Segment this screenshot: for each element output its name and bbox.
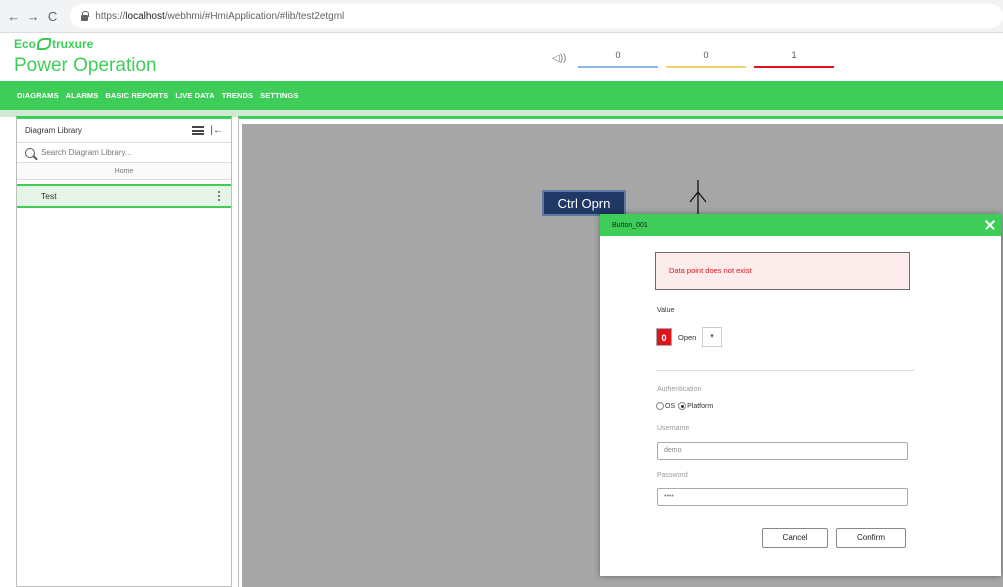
- more-options-icon[interactable]: [218, 190, 221, 202]
- logo-leaf-icon: [37, 38, 52, 50]
- alarm-count: 0: [703, 50, 709, 60]
- nav-trends[interactable]: TRENDS: [222, 91, 253, 100]
- alarm-count-medium[interactable]: 0: [662, 44, 750, 72]
- speaker-icon[interactable]: ◁)): [552, 53, 574, 64]
- alarm-summary-bar[interactable]: ◁)) 0 0 1: [552, 44, 840, 72]
- nav-basic-reports[interactable]: BASIC REPORTS: [105, 91, 168, 100]
- close-icon[interactable]: [979, 214, 1001, 236]
- radio-os-label[interactable]: OS: [665, 403, 675, 410]
- main-nav: DIAGRAMS ALARMS BASIC REPORTS LIVE DATA …: [0, 81, 1003, 110]
- logo-text-left: Eco: [14, 37, 37, 51]
- confirm-button[interactable]: Confirm: [836, 528, 906, 548]
- dialog-title: Button_001: [612, 221, 648, 229]
- username-label: Username: [657, 425, 690, 432]
- breaker-switch-icon[interactable]: [688, 180, 708, 216]
- library-search: [17, 143, 231, 163]
- cancel-button[interactable]: Cancel: [762, 528, 828, 548]
- chevron-down-icon[interactable]: ▾: [702, 327, 722, 347]
- app-header: Eco truxure Power Operation ◁)) 0 0 1: [0, 33, 1003, 81]
- url-path: /webhmi/#HmiApplication/#lib/test2etgml: [164, 10, 345, 22]
- password-label: Password: [657, 472, 688, 479]
- reload-icon[interactable]: C: [43, 9, 62, 24]
- authentication-label: Authentication: [657, 386, 702, 393]
- auth-method-radios: OS Platform: [656, 402, 713, 410]
- alarm-line-high: [754, 66, 834, 68]
- state-value[interactable]: Open: [678, 333, 702, 342]
- nav-alarms[interactable]: ALARMS: [66, 91, 99, 100]
- browser-toolbar: ← → C https://localhost/webhmi/#HmiAppli…: [0, 0, 1003, 33]
- radio-platform[interactable]: [678, 402, 687, 410]
- search-icon: [25, 147, 35, 158]
- forward-arrow-icon[interactable]: →: [23, 9, 42, 24]
- breadcrumb-home[interactable]: Home: [17, 163, 231, 180]
- ctrl-oprn-button[interactable]: Ctrl Oprn: [542, 190, 626, 216]
- alarm-line-low: [578, 66, 658, 68]
- alarm-line-medium: [666, 66, 746, 68]
- value-label: Value: [657, 307, 675, 314]
- list-item-label: Test: [41, 191, 57, 201]
- diagram-library-panel: Diagram Library |← Home Test: [16, 116, 232, 587]
- radio-os[interactable]: [656, 402, 664, 410]
- alarm-count-high[interactable]: 1: [750, 44, 838, 72]
- panel-title: Diagram Library: [25, 126, 82, 135]
- state-indicator-icon: 0: [656, 328, 672, 346]
- control-dialog: Button_001 Data point does not exist Val…: [600, 214, 1001, 576]
- back-arrow-icon[interactable]: ←: [4, 9, 23, 24]
- nav-diagrams[interactable]: DIAGRAMS: [17, 91, 59, 100]
- lock-icon: [80, 11, 90, 21]
- dialog-header: Button_001: [600, 214, 1001, 236]
- address-bar[interactable]: https://localhost/webhmi/#HmiApplication…: [70, 4, 1003, 28]
- search-input[interactable]: [41, 148, 221, 157]
- error-message: Data point does not exist: [655, 252, 910, 290]
- app-title: Power Operation: [14, 55, 157, 76]
- radio-platform-label[interactable]: Platform: [687, 403, 713, 410]
- alarm-count: 0: [615, 50, 621, 60]
- url-host: localhost: [125, 10, 165, 22]
- ecostruxure-logo: Eco truxure: [14, 37, 93, 51]
- list-item-test[interactable]: Test: [17, 184, 231, 208]
- hamburger-menu-icon[interactable]: [192, 126, 205, 135]
- nav-live-data[interactable]: LIVE DATA: [175, 91, 214, 100]
- password-field[interactable]: ••••: [657, 488, 908, 506]
- section-divider: [656, 370, 914, 371]
- alarm-count-low[interactable]: 0: [574, 44, 662, 72]
- collapse-panel-icon[interactable]: |←: [210, 125, 223, 136]
- username-field[interactable]: demo: [657, 442, 908, 460]
- logo-text-right: truxure: [52, 37, 94, 51]
- url-scheme: https://: [95, 10, 126, 22]
- alarm-count: 1: [791, 50, 797, 60]
- nav-settings[interactable]: SETTINGS: [260, 91, 298, 100]
- panel-header: Diagram Library |←: [17, 119, 231, 143]
- value-selector: 0 Open ▾: [656, 327, 722, 347]
